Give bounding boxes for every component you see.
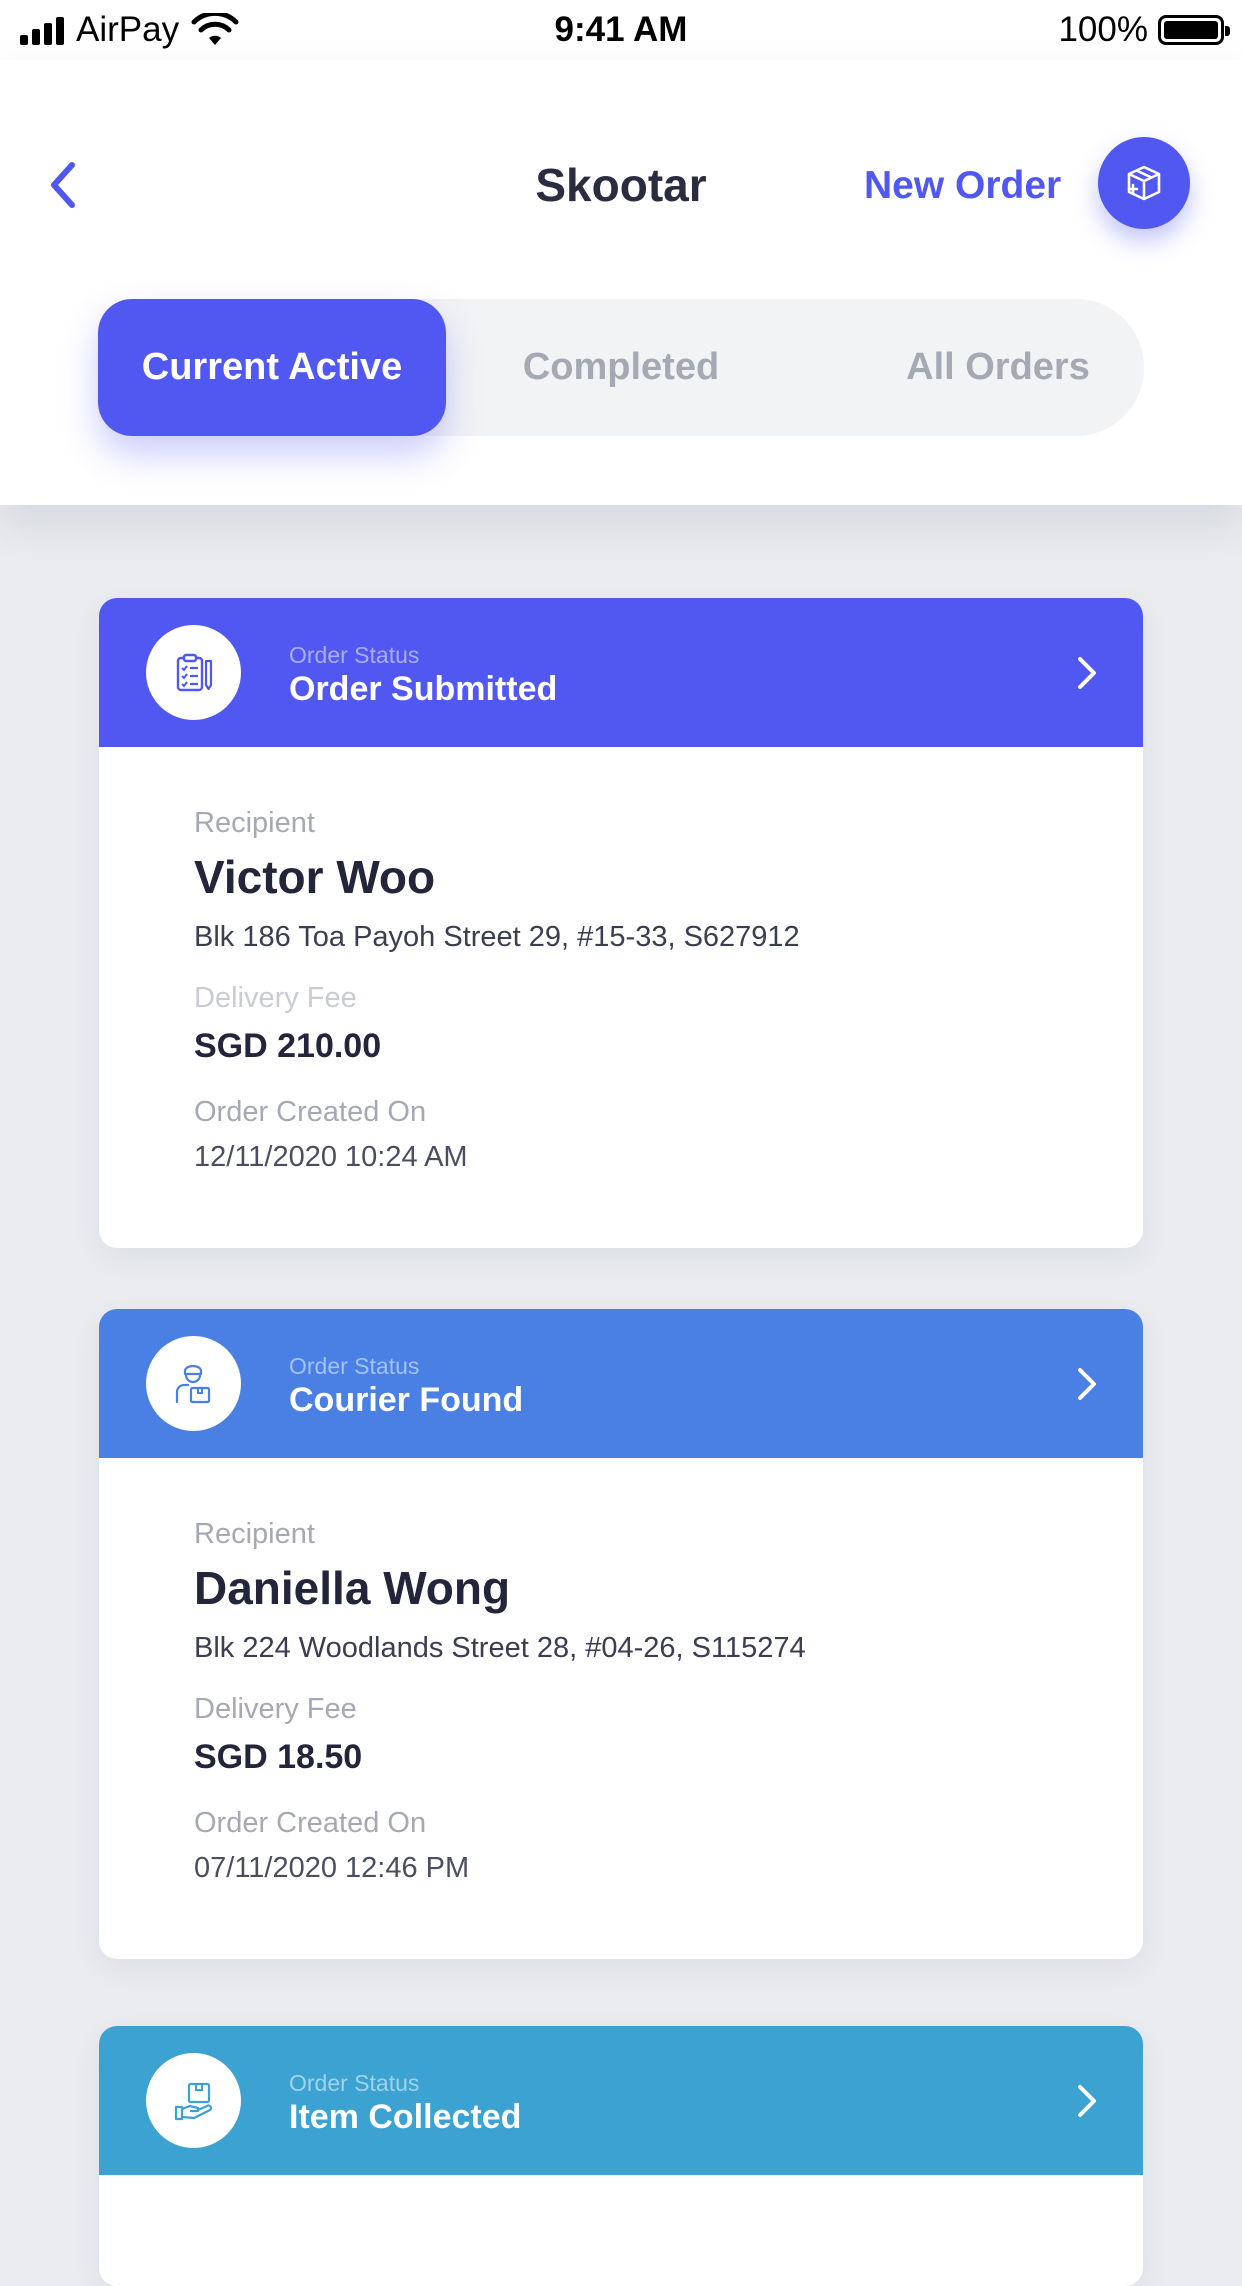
- order-card[interactable]: Order Status Order Submitted Recipient V…: [99, 598, 1143, 1248]
- order-status-label: Order Status: [289, 2070, 420, 2096]
- status-icon-circle: [146, 2053, 241, 2148]
- order-created-label: Order Created On: [194, 1096, 427, 1128]
- order-status-header[interactable]: Order Status Item Collected: [99, 2026, 1143, 2175]
- order-status-header[interactable]: Order Status Order Submitted: [99, 598, 1143, 747]
- order-card[interactable]: Order Status Item Collected: [99, 2026, 1143, 2286]
- package-add-icon: [1127, 165, 1161, 201]
- courier-icon: [175, 1364, 211, 1404]
- chevron-right-icon[interactable]: [1075, 1365, 1099, 1403]
- order-status-label: Order Status: [289, 1353, 420, 1379]
- status-time: 9:41 AM: [554, 10, 688, 49]
- order-tabs: Current Active Completed All Orders: [98, 299, 1144, 436]
- order-status-value: Courier Found: [289, 1381, 524, 1419]
- app-header: Skootar New Order Current Active Complet…: [0, 60, 1242, 505]
- hand-package-icon: [174, 2082, 213, 2121]
- order-status-value: Order Submitted: [289, 670, 558, 708]
- order-status-label: Order Status: [289, 642, 420, 668]
- delivery-fee-value: SGD 18.50: [194, 1738, 363, 1776]
- delivery-fee-value: SGD 210.00: [194, 1027, 382, 1065]
- delivery-fee-label: Delivery Fee: [194, 982, 357, 1014]
- new-order-link[interactable]: New Order: [864, 164, 1061, 208]
- battery-percent: 100%: [1058, 10, 1148, 49]
- status-icon-circle: [146, 625, 241, 720]
- tab-completed[interactable]: Completed: [481, 299, 761, 436]
- recipient-label: Recipient: [194, 1518, 315, 1550]
- delivery-fee-label: Delivery Fee: [194, 1693, 357, 1725]
- tab-current-active[interactable]: Current Active: [98, 299, 446, 436]
- order-created-label: Order Created On: [194, 1807, 427, 1839]
- recipient-address: Blk 186 Toa Payoh Street 29, #15-33, S62…: [194, 921, 800, 953]
- clipboard-icon: [176, 653, 213, 692]
- order-created-value: 07/11/2020 12:46 PM: [194, 1852, 470, 1884]
- recipient-name: Daniella Wong: [194, 1562, 511, 1614]
- order-status-value: Item Collected: [289, 2098, 522, 2136]
- chevron-right-icon[interactable]: [1075, 2082, 1099, 2120]
- recipient-name: Victor Woo: [194, 851, 436, 903]
- battery-icon: [1158, 15, 1230, 45]
- status-icon-circle: [146, 1336, 241, 1431]
- chevron-right-icon[interactable]: [1075, 654, 1099, 692]
- status-right: 100%: [1058, 10, 1230, 50]
- status-bar: AirPay 9:41 AM 100%: [0, 0, 1242, 60]
- order-status-header[interactable]: Order Status Courier Found: [99, 1309, 1143, 1458]
- order-created-value: 12/11/2020 10:24 AM: [194, 1141, 468, 1173]
- new-order-button[interactable]: [1098, 137, 1190, 229]
- recipient-address: Blk 224 Woodlands Street 28, #04-26, S11…: [194, 1632, 806, 1664]
- recipient-label: Recipient: [194, 807, 315, 839]
- tab-all-orders[interactable]: All Orders: [868, 299, 1128, 436]
- order-card[interactable]: Order Status Courier Found Recipient Dan…: [99, 1309, 1143, 1959]
